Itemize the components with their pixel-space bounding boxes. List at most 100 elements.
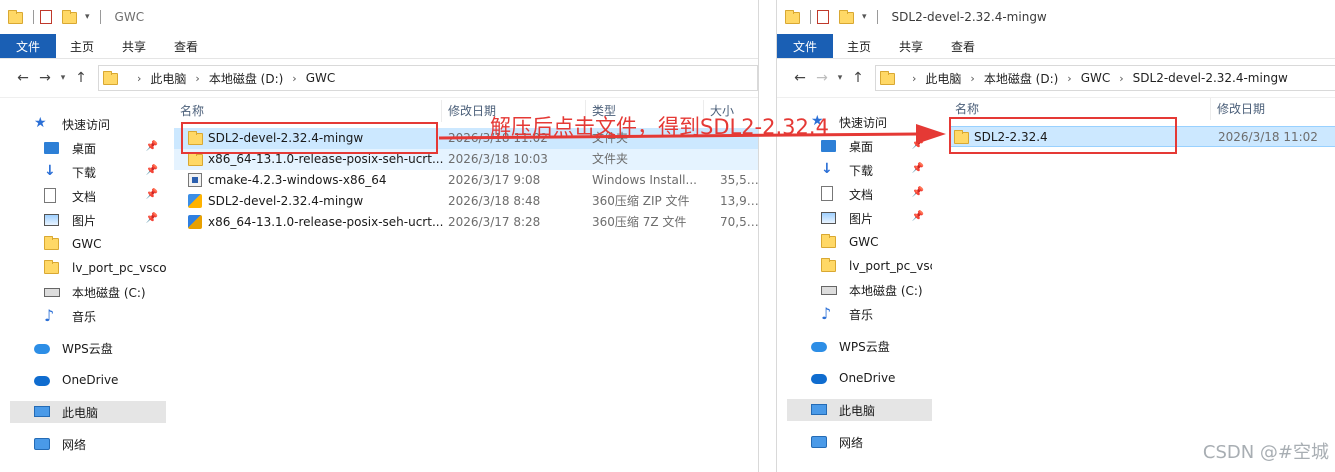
breadcrumb-chevron-icon[interactable]: › [137, 72, 141, 85]
breadcrumb-drive-d[interactable]: 本地磁盘 (D:) [209, 70, 283, 87]
new-folder-icon[interactable] [62, 10, 77, 24]
breadcrumb-sdl2-folder[interactable]: SDL2-devel-2.32.4-mingw [1133, 71, 1288, 85]
nav-lv-port-pc-vscode[interactable]: lv_port_pc_vscode [787, 255, 932, 277]
nav-onedrive[interactable]: OneDrive [787, 367, 932, 389]
pin-icon[interactable]: 📌 [912, 163, 924, 174]
watermark: CSDN @#空城 [1202, 442, 1329, 463]
nav-gwc[interactable]: GWC [10, 233, 166, 255]
tab-file[interactable]: 文件 [0, 34, 57, 58]
column-header: ^ 名称 修改日期 [939, 98, 1335, 120]
recent-locations-button[interactable]: ▾ [56, 73, 70, 83]
nav-pictures[interactable]: 图片 📌 [10, 209, 166, 231]
folder-icon [188, 152, 203, 167]
pin-icon[interactable]: 📌 [912, 139, 924, 150]
nav-quick-access[interactable]: ★ 快速访问 [10, 113, 166, 135]
tab-home[interactable]: 主页 [56, 34, 108, 58]
column-name[interactable]: 名称 [174, 100, 442, 122]
nav-music[interactable]: ♪ 音乐 [10, 305, 166, 327]
breadcrumb-chevron-icon[interactable]: › [1119, 72, 1123, 85]
nav-desktop[interactable]: 桌面 📌 [10, 137, 166, 159]
pin-icon[interactable]: 📌 [146, 189, 158, 200]
navigation-bar: ← → ▾ ↑ › 此电脑 › 本地磁盘 (D:) › GWC [0, 59, 758, 98]
tab-home[interactable]: 主页 [833, 34, 885, 58]
file-date: 2026/3/17 8:28 [448, 215, 541, 229]
pin-icon[interactable]: 📌 [146, 213, 158, 224]
pin-icon[interactable]: 📌 [912, 211, 924, 222]
breadcrumb-this-pc[interactable]: 此电脑 [150, 70, 186, 87]
nav-pictures[interactable]: 图片 📌 [787, 207, 932, 229]
forward-button[interactable]: → [34, 70, 56, 86]
up-button[interactable]: ↑ [70, 70, 92, 86]
cloud-icon [34, 340, 50, 356]
nav-this-pc[interactable]: 此电脑 [787, 399, 932, 421]
folder-icon [44, 236, 60, 252]
nav-downloads[interactable]: ↓ 下载 📌 [787, 159, 932, 181]
document-icon [821, 186, 837, 202]
nav-wps-cloud[interactable]: WPS云盘 [787, 335, 932, 357]
column-date-modified[interactable]: 修改日期 [1211, 98, 1335, 120]
file-name: SDL2-devel-2.32.4-mingw [184, 128, 458, 149]
file-row[interactable]: SDL2-devel-2.32.4-mingw 2026/3/18 8:48 3… [174, 191, 758, 212]
nav-label: 音乐 [72, 309, 97, 324]
pin-icon[interactable]: 📌 [146, 165, 158, 176]
tab-file[interactable]: 文件 [777, 34, 834, 58]
breadcrumb-gwc[interactable]: GWC [1081, 71, 1111, 85]
nav-documents[interactable]: 文档 📌 [10, 185, 166, 207]
file-name: SDL2-2.32.4 [950, 127, 1224, 148]
tab-share[interactable]: 共享 [108, 34, 160, 58]
nav-downloads[interactable]: ↓ 下载 📌 [10, 161, 166, 183]
nav-documents[interactable]: 文档 📌 [787, 183, 932, 205]
file-type: Windows Install... [592, 173, 697, 187]
pin-icon[interactable]: 📌 [146, 141, 158, 152]
nav-network[interactable]: 网络 [787, 431, 932, 453]
file-row[interactable]: cmake-4.2.3-windows-x86_64 2026/3/17 9:0… [174, 170, 758, 191]
back-button[interactable]: ← [789, 70, 811, 86]
address-bar[interactable]: › 此电脑 › 本地磁盘 (D:) › GWC [98, 65, 758, 91]
recent-locations-button[interactable]: ▾ [833, 73, 847, 83]
properties-icon[interactable] [817, 10, 829, 24]
nav-label: 下载 [849, 163, 874, 178]
nav-this-pc[interactable]: 此电脑 [10, 401, 166, 423]
file-type: 文件夹 [592, 152, 629, 166]
pin-icon[interactable]: 📌 [912, 187, 924, 198]
nav-label: 下载 [72, 165, 97, 180]
tab-share[interactable]: 共享 [885, 34, 937, 58]
new-folder-icon[interactable] [839, 10, 854, 24]
title-bar: ▾ GWC [0, 0, 758, 34]
address-bar[interactable]: › 此电脑 › 本地磁盘 (D:) › GWC › SDL2-devel-2.3… [875, 65, 1335, 91]
breadcrumb-drive-d[interactable]: 本地磁盘 (D:) [984, 70, 1058, 87]
nav-music[interactable]: ♪ 音乐 [787, 303, 932, 325]
file-row[interactable]: x86_64-13.1.0-release-posix-seh-ucrt... … [174, 149, 758, 170]
breadcrumb-gwc[interactable]: GWC [306, 71, 336, 85]
breadcrumb-chevron-icon[interactable]: › [912, 72, 916, 85]
nav-label: 快速访问 [839, 115, 888, 130]
file-rows: SDL2-2.32.4 2026/3/18 11:02 [939, 126, 1335, 147]
nav-lv-port-pc-vscode[interactable]: lv_port_pc_vscode [10, 257, 166, 279]
properties-icon[interactable] [40, 10, 52, 24]
column-name[interactable]: 名称 [949, 98, 1211, 120]
desktop-icon [44, 140, 60, 156]
breadcrumb-chevron-icon[interactable]: › [1067, 72, 1071, 85]
tab-view[interactable]: 查看 [937, 34, 989, 58]
back-button[interactable]: ← [12, 70, 34, 86]
breadcrumb-chevron-icon[interactable]: › [195, 72, 199, 85]
nav-drive-c[interactable]: 本地磁盘 (C:) [10, 281, 166, 303]
nav-drive-c[interactable]: 本地磁盘 (C:) [787, 279, 932, 301]
file-rows: SDL2-devel-2.32.4-mingw 2026/3/18 11:02 … [174, 128, 758, 233]
nav-wps-cloud[interactable]: WPS云盘 [10, 337, 166, 359]
up-button[interactable]: ↑ [847, 70, 869, 86]
breadcrumb-chevron-icon[interactable]: › [292, 72, 296, 85]
file-row[interactable]: SDL2-2.32.4 2026/3/18 11:02 [949, 126, 1335, 147]
nav-label: OneDrive [839, 371, 896, 385]
nav-network[interactable]: 网络 [10, 433, 166, 455]
nav-label: 文档 [72, 189, 97, 204]
nav-onedrive[interactable]: OneDrive [10, 369, 166, 391]
breadcrumb-chevron-icon[interactable]: › [970, 72, 974, 85]
forward-button[interactable]: → [811, 70, 833, 86]
customize-quick-access-icon[interactable]: ▾ [85, 12, 90, 22]
tab-view[interactable]: 查看 [160, 34, 212, 58]
file-row[interactable]: x86_64-13.1.0-release-posix-seh-ucrt... … [174, 212, 758, 233]
customize-quick-access-icon[interactable]: ▾ [862, 12, 867, 22]
nav-gwc[interactable]: GWC [787, 231, 932, 253]
breadcrumb-this-pc[interactable]: 此电脑 [925, 70, 961, 87]
